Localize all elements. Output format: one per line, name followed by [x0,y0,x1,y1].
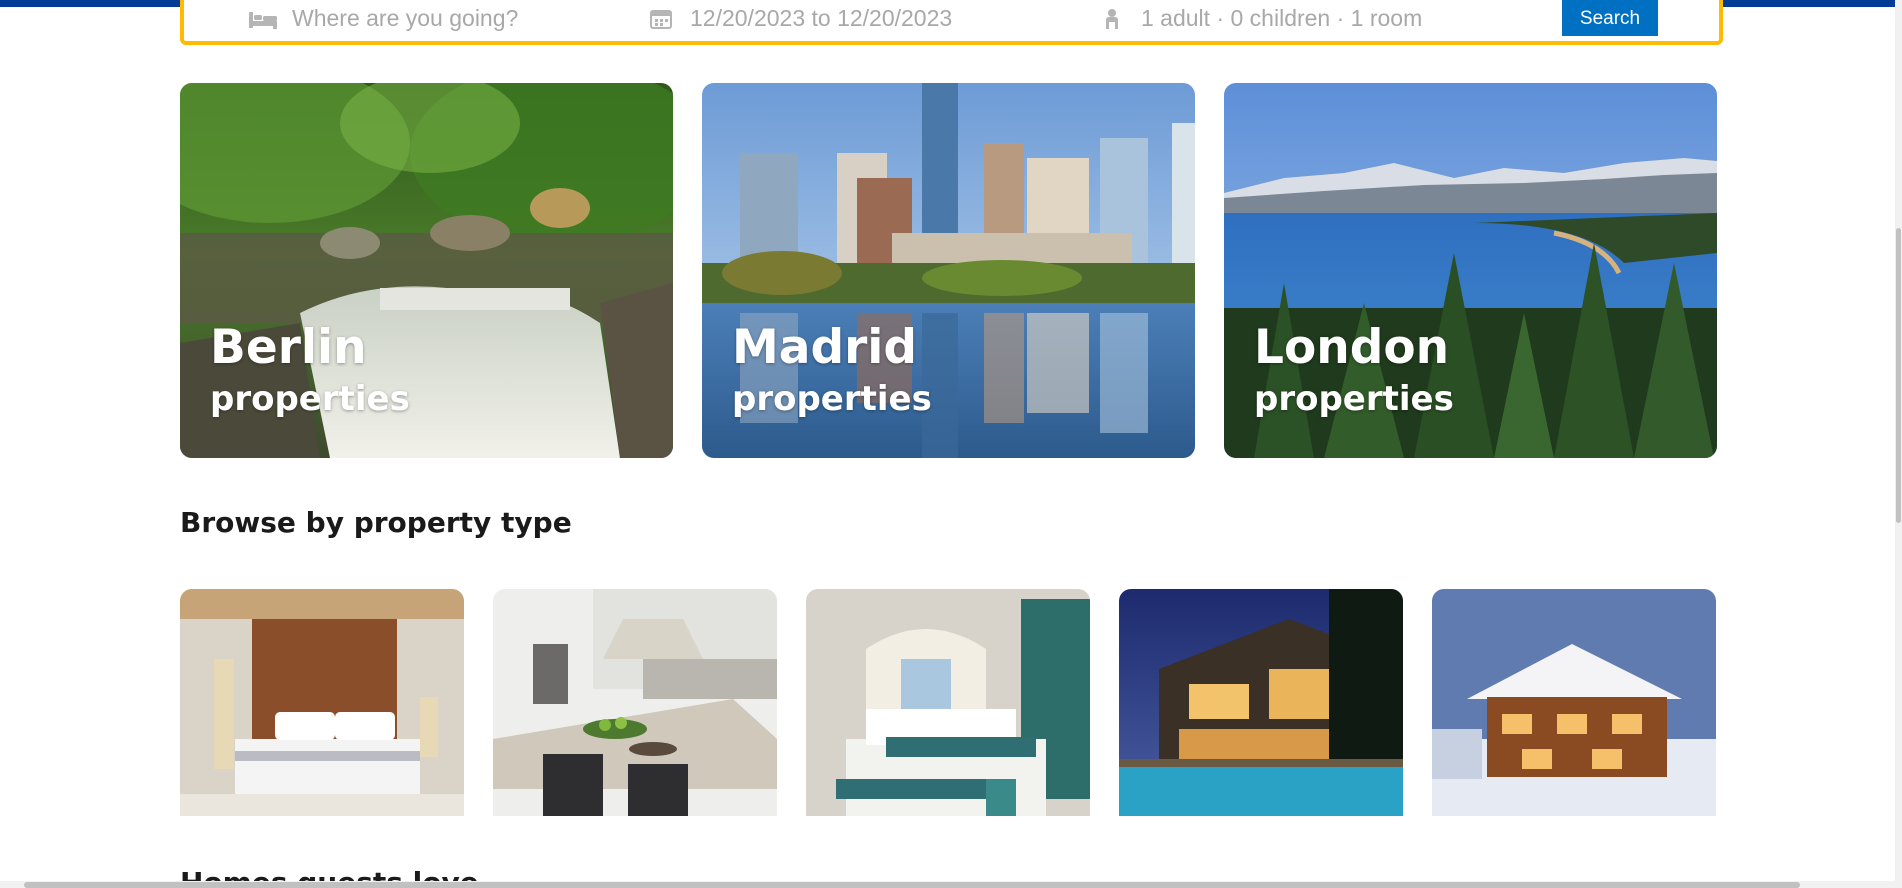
resort-bedroom-image [806,589,1090,816]
city-card-madrid-text: Madrid properties [732,319,932,421]
property-type-card-1[interactable] [180,589,464,816]
chalet-snow-image [1432,589,1716,816]
date-field[interactable]: 12/20/2023 to 12/20/2023 [646,0,952,41]
property-type-card-5[interactable] [1432,589,1716,816]
property-type-card-4[interactable] [1119,589,1403,816]
bed-icon [248,7,278,31]
destination-field[interactable]: Where are you going? [248,0,518,41]
section-title-property-types: Browse by property type [180,506,572,539]
guests-summary: 1 adult · 0 children · 1 room [1141,5,1423,31]
villa-pool-image [1119,589,1403,816]
city-name-madrid: Madrid [732,320,918,375]
destination-placeholder: Where are you going? [292,5,519,31]
hotel-room-image [180,589,464,816]
city-card-london-text: London properties [1254,319,1454,421]
city-card-berlin[interactable]: Berlin properties [180,83,673,458]
property-type-card-2[interactable] [493,589,777,816]
city-subtitle-madrid: properties [732,379,932,419]
person-icon [1097,7,1127,31]
horizontal-scrollbar-thumb[interactable] [24,882,1800,888]
guests-field[interactable]: 1 adult · 0 children · 1 room [1097,0,1422,41]
city-subtitle-berlin: properties [210,379,410,419]
city-card-berlin-text: Berlin properties [210,319,410,421]
city-name-london: London [1254,320,1450,375]
city-card-madrid[interactable]: Madrid properties [702,83,1195,458]
city-card-london[interactable]: London properties [1224,83,1717,458]
date-range: 12/20/2023 to 12/20/2023 [690,5,953,31]
search-button[interactable]: Search [1562,0,1658,36]
city-name-berlin: Berlin [210,320,367,375]
city-subtitle-london: properties [1254,379,1454,419]
property-type-card-3[interactable] [806,589,1090,816]
apartment-kitchen-image [493,589,777,816]
search-bar: Where are you going? 12/20/2023 to 12/20… [180,0,1723,45]
vertical-scrollbar-thumb[interactable] [1896,228,1901,523]
calendar-icon [646,7,676,31]
